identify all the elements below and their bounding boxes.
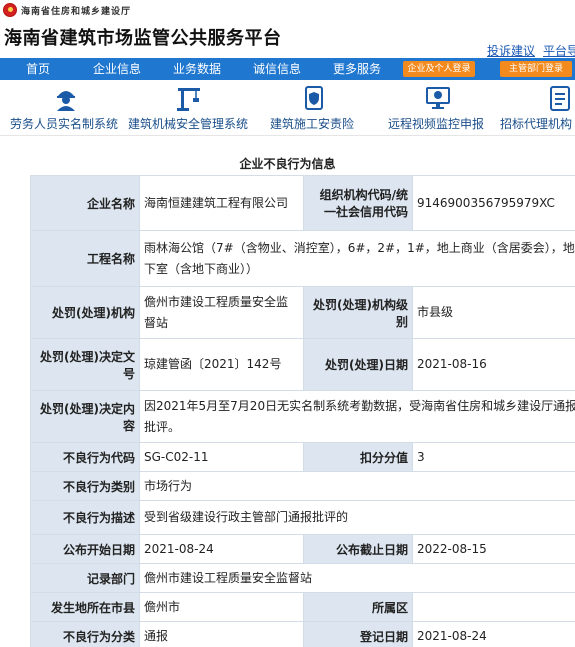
violation-detail-table: 企业名称 海南恒建建筑工程有限公司 组织机构代码/统一社会信用代码 914690… [30, 175, 575, 647]
register-date-value: 2021-08-24 [412, 621, 575, 647]
authority-label: 处罚(处理)机构 [30, 286, 140, 339]
table-row: 发生地所在市县 儋州市 所属区 [30, 592, 575, 622]
quick-links-bar: 劳务人员实名制系统 建筑机械安全管理系统 建筑施工安责险 远程视频监控申报 招标… [0, 80, 575, 136]
quick-link-label: 远程视频监控申报 [388, 117, 485, 131]
platform-guide-link[interactable]: 平台导 [543, 44, 575, 58]
quick-link-worker-system[interactable]: 劳务人员实名制系统 [10, 80, 122, 136]
company-name-value: 海南恒建建筑工程有限公司 [139, 175, 304, 231]
record-dept-value: 儋州市建设工程质量安全监督站 [139, 563, 575, 593]
main-nav: 首页 企业信息 业务数据 诚信信息 更多服务 企业及个人登录 主管部门登录 [0, 58, 575, 80]
quick-link-safety-insurance[interactable]: 建筑施工安责险 [270, 80, 360, 136]
admin-login-button[interactable]: 主管部门登录 [500, 61, 572, 77]
publish-start-label: 公布开始日期 [30, 534, 140, 564]
document-icon [550, 86, 570, 111]
quick-link-label: 劳务人员实名制系统 [10, 117, 119, 131]
record-dept-label: 记录部门 [30, 563, 140, 593]
decision-date-value: 2021-08-16 [412, 338, 575, 391]
city-label: 发生地所在市县 [30, 592, 140, 622]
company-name-label: 企业名称 [30, 175, 140, 231]
site-title[interactable]: 海南省建筑市场监管公共服务平台 [4, 24, 282, 50]
behavior-code-value: SG-C02-11 [139, 442, 304, 472]
project-value: 雨林海公馆（7#（含物业、消控室），6#，2#，1#，地上商业（含居委会），地下… [139, 230, 575, 287]
decision-date-label: 处罚(处理)日期 [303, 338, 413, 391]
quick-link-label: 招标代理机构 [500, 117, 573, 131]
authority-level-value: 市县级 [412, 286, 575, 339]
points-label: 扣分分值 [303, 442, 413, 472]
org-code-value: 9146900356795979XC [412, 175, 575, 231]
nav-credit-info[interactable]: 诚信信息 [253, 58, 301, 80]
table-row: 企业名称 海南恒建建筑工程有限公司 组织机构代码/统一社会信用代码 914690… [30, 175, 575, 231]
publish-end-value: 2022-08-15 [412, 534, 575, 564]
table-row: 工程名称 雨林海公馆（7#（含物业、消控室），6#，2#，1#，地上商业（含居委… [30, 230, 575, 287]
table-row: 不良行为代码 SG-C02-11 扣分分值 3 [30, 442, 575, 472]
top-links: 投诉建议 平台导 [479, 42, 575, 59]
monitor-icon [426, 87, 450, 109]
behavior-desc-label: 不良行为描述 [30, 500, 140, 535]
table-row: 处罚(处理)决定文号 琼建管函〔2021〕142号 处罚(处理)日期 2021-… [30, 338, 575, 391]
district-value [412, 592, 575, 622]
crane-icon [177, 88, 200, 111]
nav-business-data[interactable]: 业务数据 [173, 58, 221, 80]
feedback-link[interactable]: 投诉建议 [487, 44, 535, 58]
table-row: 记录部门 儋州市建设工程质量安全监督站 [30, 563, 575, 593]
classification-value: 通报 [139, 621, 304, 647]
district-label: 所属区 [303, 592, 413, 622]
quick-link-video-monitor[interactable]: 远程视频监控申报 [388, 80, 488, 136]
authority-level-label: 处罚(处理)机构级别 [303, 286, 413, 339]
behavior-category-label: 不良行为类别 [30, 471, 140, 501]
table-row: 不良行为分类 通报 登记日期 2021-08-24 [30, 621, 575, 647]
decision-content-label: 处罚(处理)决定内容 [30, 390, 140, 443]
quick-link-machinery-system[interactable]: 建筑机械安全管理系统 [128, 80, 253, 136]
decision-no-label: 处罚(处理)决定文号 [30, 338, 140, 391]
decision-no-value: 琼建管函〔2021〕142号 [139, 338, 304, 391]
site-header: 海南省住房和城乡建设厅 海南省建筑市场监管公共服务平台 投诉建议 平台导 [0, 0, 575, 58]
table-row: 处罚(处理)决定内容 因2021年5月至7月20日无实名制系统考勤数据，受海南省… [30, 390, 575, 443]
enterprise-login-button[interactable]: 企业及个人登录 [403, 61, 475, 77]
classification-label: 不良行为分类 [30, 621, 140, 647]
nav-home[interactable]: 首页 [26, 58, 50, 80]
insurance-icon [305, 86, 323, 110]
dept-name: 海南省住房和城乡建设厅 [21, 7, 132, 17]
authority-value: 儋州市建设工程质量安全监督站 [139, 286, 304, 339]
worker-icon [57, 91, 75, 111]
quick-link-label: 建筑机械安全管理系统 [128, 117, 249, 131]
section-title: 企业不良行为信息 [239, 157, 336, 171]
register-date-label: 登记日期 [303, 621, 413, 647]
quick-link-label: 建筑施工安责险 [270, 117, 355, 131]
decision-content-value: 因2021年5月至7月20日无实名制系统考勤数据，受海南省住房和城乡建设厅通报批… [139, 390, 575, 443]
nav-more-services[interactable]: 更多服务 [333, 58, 381, 80]
nav-enterprise-info[interactable]: 企业信息 [93, 58, 141, 80]
table-row: 处罚(处理)机构 儋州市建设工程质量安全监督站 处罚(处理)机构级别 市县级 [30, 286, 575, 339]
quick-link-bidding-agency[interactable]: 招标代理机构 [500, 80, 575, 136]
org-code-label: 组织机构代码/统一社会信用代码 [303, 175, 413, 231]
table-row: 不良行为类别 市场行为 [30, 471, 575, 501]
publish-start-value: 2021-08-24 [139, 534, 304, 564]
table-row: 公布开始日期 2021-08-24 公布截止日期 2022-08-15 [30, 534, 575, 564]
behavior-desc-value: 受到省级建设行政主管部门通报批评的 [139, 500, 575, 535]
points-value: 3 [412, 442, 575, 472]
publish-end-label: 公布截止日期 [303, 534, 413, 564]
emblem-icon [3, 3, 17, 17]
behavior-code-label: 不良行为代码 [30, 442, 140, 472]
city-value: 儋州市 [139, 592, 304, 622]
behavior-category-value: 市场行为 [139, 471, 575, 501]
project-label: 工程名称 [30, 230, 140, 287]
table-row: 不良行为描述 受到省级建设行政主管部门通报批评的 [30, 500, 575, 535]
